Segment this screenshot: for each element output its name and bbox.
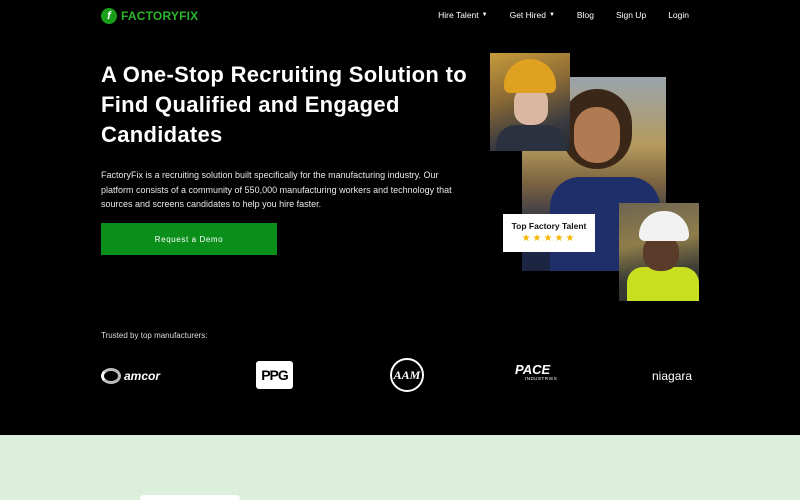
worker-figure: [627, 267, 699, 301]
pace-logo-subtext: INDUSTRIES: [525, 376, 558, 381]
worker-photo-bottom: [619, 203, 699, 301]
nav-sign-up[interactable]: Sign Up: [616, 10, 646, 20]
hero-description: FactoryFix is a recruiting solution buil…: [101, 170, 452, 209]
top-nav: f FACTORYFIX Hire Talent ▼ Get Hired ▼ B…: [0, 0, 800, 32]
nav-hire-talent[interactable]: Hire Talent ▼: [438, 10, 487, 20]
worker-photo-top: [490, 53, 570, 151]
chevron-down-icon: ▼: [548, 12, 555, 18]
nav-get-hired[interactable]: Get Hired ▼: [510, 10, 555, 20]
pace-industries-logo: PACE INDUSTRIES: [515, 363, 557, 389]
request-demo-button[interactable]: Request a Demo: [101, 223, 277, 255]
amcor-logo-text: amcor: [124, 369, 161, 383]
nav-login[interactable]: Login: [668, 10, 689, 20]
ppg-logo: PPG: [256, 361, 293, 389]
factoryfix-logo[interactable]: f FACTORYFIX: [101, 8, 198, 24]
niagara-logo: niagara: [652, 369, 693, 383]
logo-text: FACTORYFIX: [121, 9, 199, 23]
hero-title: A One-Stop Recruiting Solution to Find Q…: [101, 62, 467, 147]
badge-title: Top Factory Talent: [511, 221, 587, 231]
pace-logo-text: PACE: [515, 362, 551, 377]
aam-logo: AAM: [390, 358, 424, 392]
trusted-label: Trusted by top manufacturers:: [101, 331, 208, 340]
worker-figure: [496, 125, 566, 151]
section-card: [140, 495, 240, 500]
logo-icon: f: [101, 8, 117, 24]
amcor-logo: amcor: [101, 363, 160, 389]
chevron-down-icon: ▼: [481, 12, 488, 18]
top-talent-badge: Top Factory Talent ★★★★★: [503, 214, 595, 252]
client-logos: amcor PPG AAM PACE INDUSTRIES niagara: [0, 355, 800, 395]
nav-blog[interactable]: Blog: [577, 10, 594, 20]
next-section: [0, 435, 800, 500]
hardhat-icon: [639, 211, 689, 241]
star-rating-icon: ★★★★★: [521, 233, 577, 244]
hardhat-icon: [504, 59, 556, 93]
amcor-mark-icon: [101, 368, 121, 384]
worker-figure: [574, 107, 620, 163]
nav-get-hired-label: Get Hired: [509, 10, 546, 20]
nav-hire-talent-label: Hire Talent: [438, 10, 479, 20]
nav-links: Hire Talent ▼ Get Hired ▼ Blog Sign Up L…: [438, 10, 689, 20]
